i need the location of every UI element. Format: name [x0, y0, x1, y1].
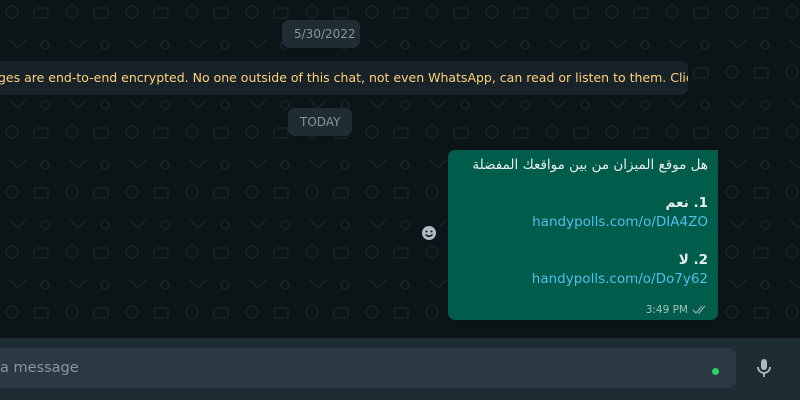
- poll-option-1-label: 1. نعم: [665, 195, 708, 211]
- poll-option-1-link[interactable]: handypolls.com/o/DIA4ZO: [458, 213, 708, 232]
- date-separator: 5/30/2022: [282, 20, 360, 48]
- message-meta: 3:49 PM: [646, 304, 708, 316]
- poll-option-2-label: 2. لا: [678, 252, 708, 268]
- message-question: هل موقع الميزان من بين مواقعك المفضلة: [472, 157, 708, 173]
- message-time: 3:49 PM: [645, 304, 688, 316]
- today-separator: TODAY: [288, 108, 352, 136]
- composer-footer: a message: [0, 338, 800, 400]
- poll-option-2-link[interactable]: handypolls.com/o/Do7y62: [458, 270, 708, 289]
- encryption-notice[interactable]: ges are end-to-end encrypted. No one out…: [0, 61, 688, 95]
- message-input[interactable]: a message: [0, 348, 736, 388]
- chat-area: 5/30/2022 ges are end-to-end encrypted. …: [0, 0, 800, 338]
- outgoing-message-bubble[interactable]: هل موقع الميزان من بين مواقعك المفضلة 1.…: [448, 150, 718, 320]
- smiley-icon[interactable]: [416, 220, 442, 246]
- status-dot-icon: [712, 368, 719, 375]
- read-ticks-icon: [692, 305, 706, 314]
- microphone-icon[interactable]: [752, 356, 776, 380]
